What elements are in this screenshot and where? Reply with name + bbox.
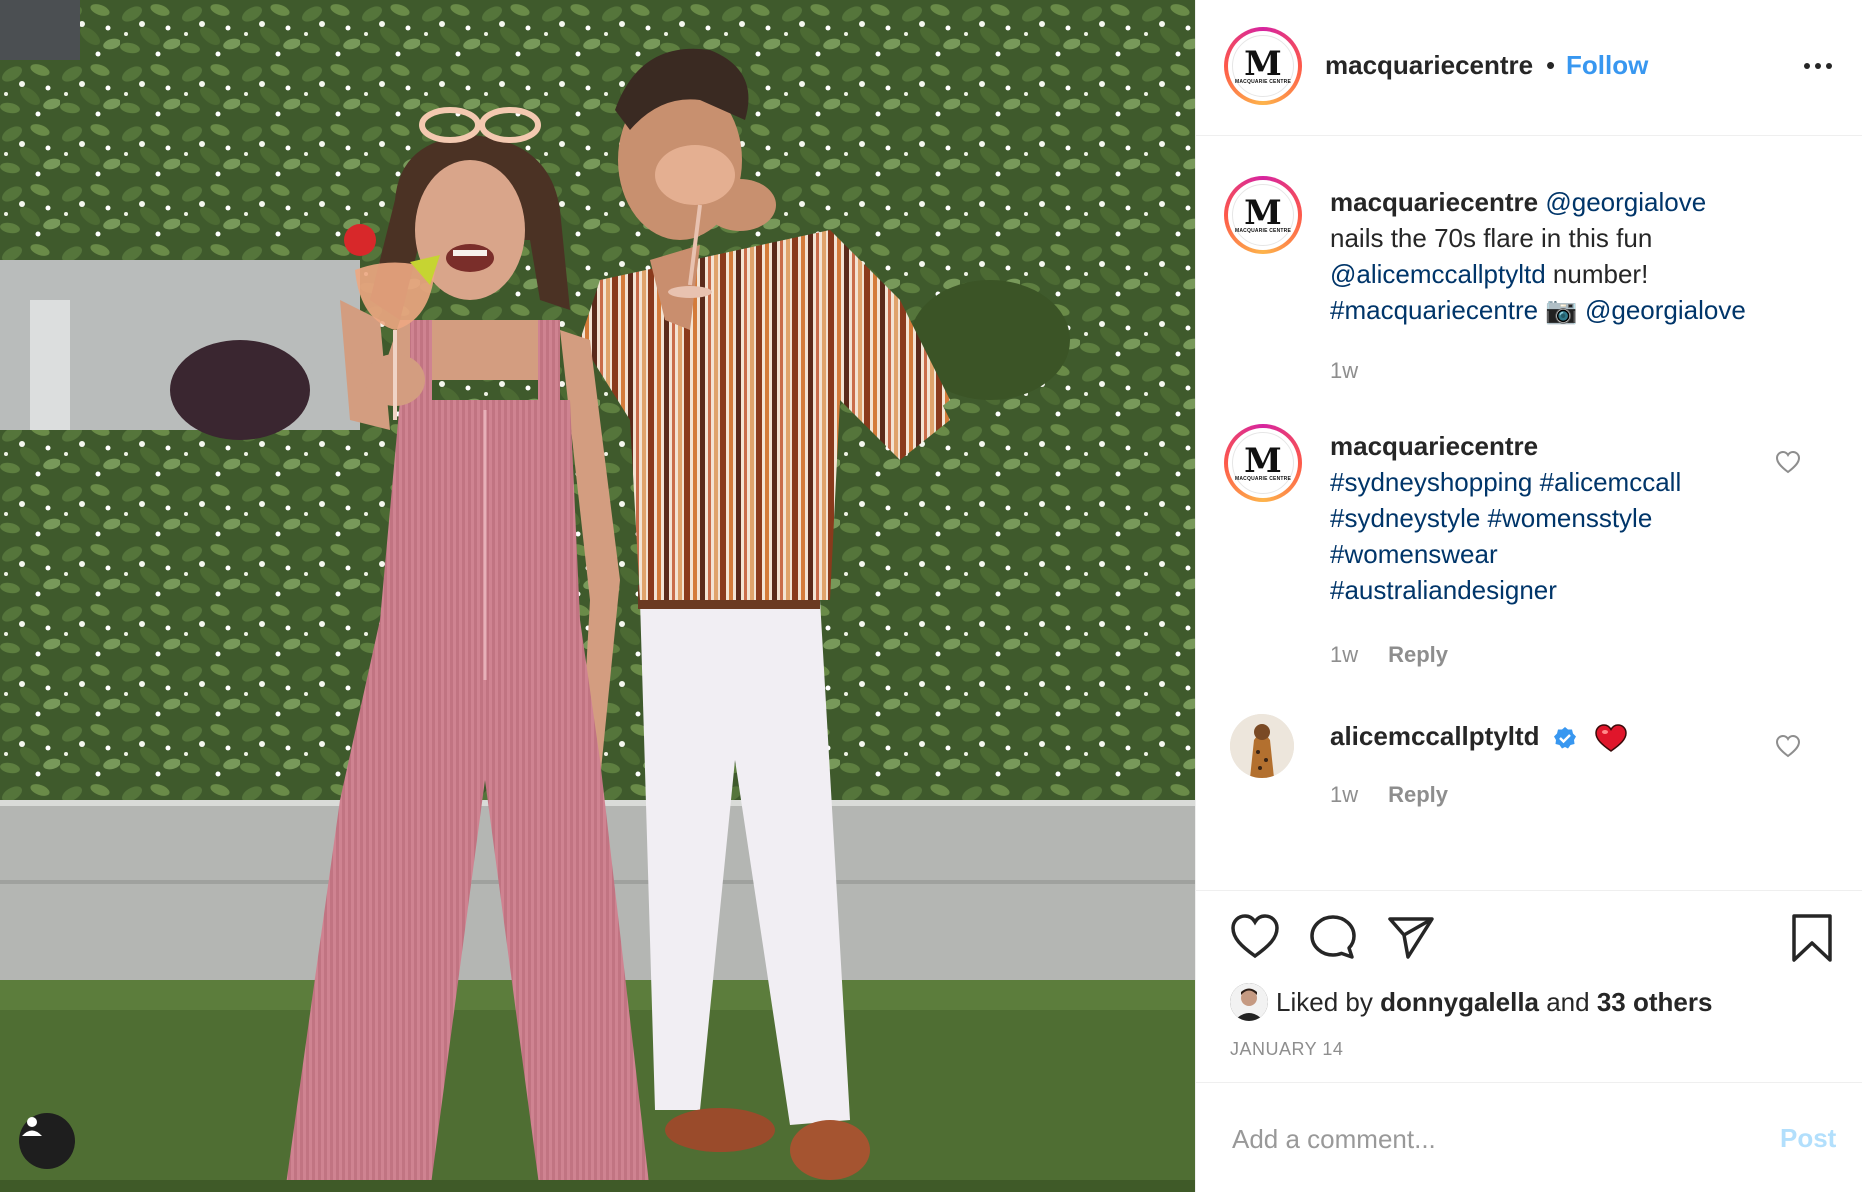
comment-username[interactable]: alicemccallptyltd [1330,721,1540,751]
red-heart-emoji-icon [1595,724,1627,753]
comment-text: macquariecentre #sydneyshopping #alicemc… [1330,428,1730,608]
comment-meta: 1w Reply [1330,782,1448,808]
follow-button[interactable]: Follow [1566,50,1648,81]
hashtag-link[interactable]: #womenswear [1330,539,1498,569]
caption-username[interactable]: macquariecentre [1330,187,1538,217]
comment-time[interactable]: 1w [1330,642,1358,667]
post-comment-button[interactable]: Post [1780,1123,1836,1154]
user-tag-icon [22,1117,42,1136]
caption-meta: 1w [1330,358,1358,384]
hashtag-link[interactable]: #macquariecentre [1330,295,1538,325]
comment-time[interactable]: 1w [1330,782,1358,807]
post-date[interactable]: JANUARY 14 [1230,1039,1343,1060]
liked-mid: and [1539,986,1597,1017]
post-actions: Liked by donnygalella and 33 others JANU… [1196,890,1862,1082]
instagram-post-view: M MACQUARIE CENTRE macquariecentre • Fol… [0,0,1862,1192]
caption-avatar[interactable]: M MACQUARIE CENTRE [1224,176,1302,254]
reply-button[interactable]: Reply [1388,642,1448,667]
verified-badge-icon [1553,727,1576,749]
macquarie-logo: M MACQUARIE CENTRE [1232,432,1294,494]
comment-input[interactable] [1230,1123,1734,1156]
hashtag-link[interactable]: #womensstyle [1488,503,1653,533]
caption-body: nails the 70s flare in this fun [1330,223,1653,253]
macquarie-logo: M MACQUARIE CENTRE [1232,35,1294,97]
post-side-panel: M MACQUARIE CENTRE macquariecentre • Fol… [1195,0,1862,1192]
likes-others-link[interactable]: 33 others [1597,987,1713,1018]
caption-body: number! [1545,259,1649,289]
macquarie-logo: M MACQUARIE CENTRE [1232,184,1294,246]
user-tag-button[interactable] [19,1113,75,1169]
likes-summary: Liked by donnygalella and 33 others [1230,983,1712,1021]
share-icon[interactable] [1386,913,1436,961]
comment-like-icon[interactable] [1774,732,1802,760]
comment-icon[interactable] [1308,913,1358,961]
post-photo-illustration [0,0,1195,1192]
liker-username[interactable]: donnygalella [1380,987,1539,1018]
mention-link[interactable]: @georgialove [1585,295,1746,325]
hashtag-link[interactable]: #alicemccall [1540,467,1682,497]
author-username[interactable]: macquariecentre [1325,50,1533,81]
heart-icon[interactable] [1230,913,1280,961]
hashtag-link[interactable]: #sydneystyle [1330,503,1480,533]
comment-text: alicemccallptyltd [1330,718,1750,754]
mention-link[interactable]: @georgialove [1545,187,1706,217]
liker-avatar[interactable] [1230,983,1268,1021]
add-comment-bar: Post [1196,1082,1862,1192]
comment-like-icon[interactable] [1774,448,1802,476]
more-options-icon[interactable] [1798,48,1838,84]
comments-list: M MACQUARIE CENTRE macquariecentre @geor… [1196,136,1862,890]
caption-time[interactable]: 1w [1330,358,1358,383]
mention-link[interactable]: @alicemccallptyltd [1330,259,1546,289]
commenter-avatar[interactable] [1230,714,1294,778]
reply-button[interactable]: Reply [1388,782,1448,807]
bookmark-icon[interactable] [1790,913,1834,963]
hashtag-link[interactable]: #sydneyshopping [1330,467,1532,497]
liked-prefix: Liked by [1276,986,1381,1017]
comment-meta: 1w Reply [1330,642,1448,668]
camera-icon: 📷 [1545,295,1578,325]
post-header: M MACQUARIE CENTRE macquariecentre • Fol… [1196,0,1862,136]
comment-avatar[interactable]: M MACQUARIE CENTRE [1224,424,1302,502]
post-photo[interactable] [0,0,1195,1192]
comment-username[interactable]: macquariecentre [1330,431,1538,461]
hashtag-link[interactable]: #australiandesigner [1330,575,1557,605]
author-avatar[interactable]: M MACQUARIE CENTRE [1224,27,1302,105]
header-separator: • [1546,50,1556,80]
caption-text: macquariecentre @georgialove nails the 7… [1330,184,1750,328]
